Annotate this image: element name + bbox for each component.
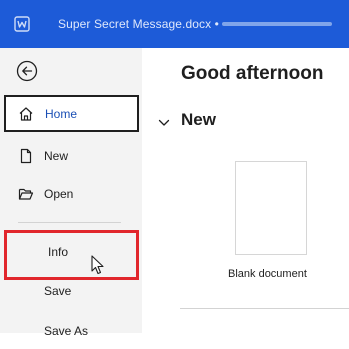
sidebar-item-label: Save As — [44, 323, 89, 338]
sidebar-divider — [18, 222, 121, 223]
section-heading: New — [181, 110, 216, 129]
chevron-down-icon — [158, 116, 170, 128]
sidebar-item-label: Home — [45, 106, 78, 121]
page-title: Good afternoon — [181, 63, 324, 84]
back-arrow-icon — [16, 60, 38, 86]
title-bar: Super Secret Message.docx • — [0, 0, 349, 48]
redacted-title-text — [222, 22, 332, 26]
new-document-icon — [18, 148, 34, 164]
word-icon — [14, 16, 30, 32]
document-title: Super Secret Message.docx • — [58, 17, 219, 31]
sidebar-item-label: New — [44, 148, 69, 163]
sidebar-item-label: Info — [48, 245, 69, 259]
template-label: Blank document — [228, 268, 307, 280]
blank-document-thumbnail[interactable] — [235, 161, 307, 255]
sidebar-item-label: Save — [44, 283, 72, 298]
section-divider — [180, 308, 349, 309]
back-button[interactable] — [16, 60, 38, 82]
sidebar-item-home[interactable]: Home — [4, 95, 139, 132]
open-folder-icon — [18, 186, 34, 202]
sidebar-item-open[interactable]: Open — [4, 175, 139, 212]
sidebar-item-label: Open — [44, 186, 74, 201]
sidebar-item-save-as[interactable]: Save As — [4, 312, 139, 349]
new-section-toggle[interactable]: New — [158, 110, 248, 134]
sidebar-item-new[interactable]: New — [4, 137, 139, 174]
mouse-cursor-icon — [91, 255, 105, 275]
sidebar-item-save[interactable]: Save — [4, 272, 139, 309]
home-icon — [18, 106, 34, 122]
